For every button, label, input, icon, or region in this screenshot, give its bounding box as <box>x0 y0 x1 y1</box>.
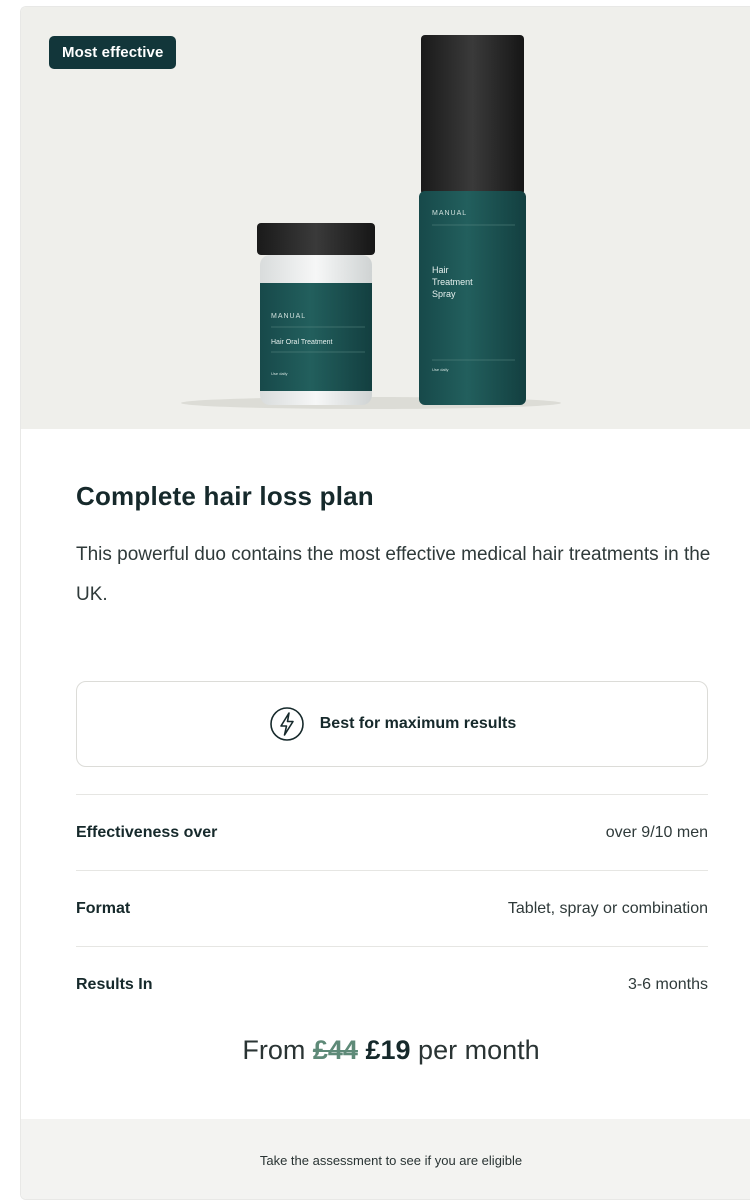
old-price: £44 <box>312 1035 358 1065</box>
plan-title: Complete hair loss plan <box>76 481 374 511</box>
benefit-highlight: Best for maximum results <box>76 681 708 767</box>
spray-brand: MANUAL <box>432 210 467 217</box>
spec-label: Format <box>76 899 131 917</box>
jar-brand: MANUAL <box>271 313 306 320</box>
spray-name-3: Spray <box>432 289 456 299</box>
spec-label: Results In <box>76 975 153 993</box>
product-card[interactable]: Most effective MANUAL Hair Oral Treatmen… <box>20 6 750 1200</box>
spray-name-1: Hair <box>432 265 449 275</box>
product-bottles-image: MANUAL Hair Oral Treatment Use daily MAN… <box>181 35 561 409</box>
assessment-footer[interactable]: Take the assessment to see if you are el… <box>21 1119 750 1199</box>
jar-usage: Use daily <box>271 371 287 376</box>
spray-usage: Use daily <box>432 367 448 372</box>
spray-name-2: Treatment <box>432 277 473 287</box>
price-line: From £44 £19 per month <box>21 1035 750 1066</box>
spec-row-results: Results In 3-6 months <box>76 946 708 1022</box>
most-effective-badge: Most effective <box>49 36 177 69</box>
assessment-link-text[interactable]: Take the assessment to see if you are el… <box>260 1153 522 1168</box>
lightning-bolt-icon <box>269 707 304 741</box>
plan-description: This powerful duo contains the most effe… <box>76 544 711 605</box>
spec-value: Tablet, spray or combination <box>507 899 708 917</box>
spec-row-effectiveness: Effectiveness over over 9/10 men <box>76 794 708 870</box>
benefit-label: Best for maximum results <box>319 715 517 732</box>
price-suffix: per month <box>418 1035 540 1065</box>
spec-row-format: Format Tablet, spray or combination <box>76 870 708 946</box>
product-hero: Most effective MANUAL Hair Oral Treatmen… <box>21 7 750 429</box>
spec-value: over 9/10 men <box>605 823 708 841</box>
new-price: £19 <box>365 1035 411 1065</box>
price-prefix: From <box>242 1035 306 1065</box>
spec-value: 3-6 months <box>627 975 708 993</box>
spec-label: Effectiveness over <box>76 823 218 841</box>
jar-name: Hair Oral Treatment <box>271 339 333 346</box>
